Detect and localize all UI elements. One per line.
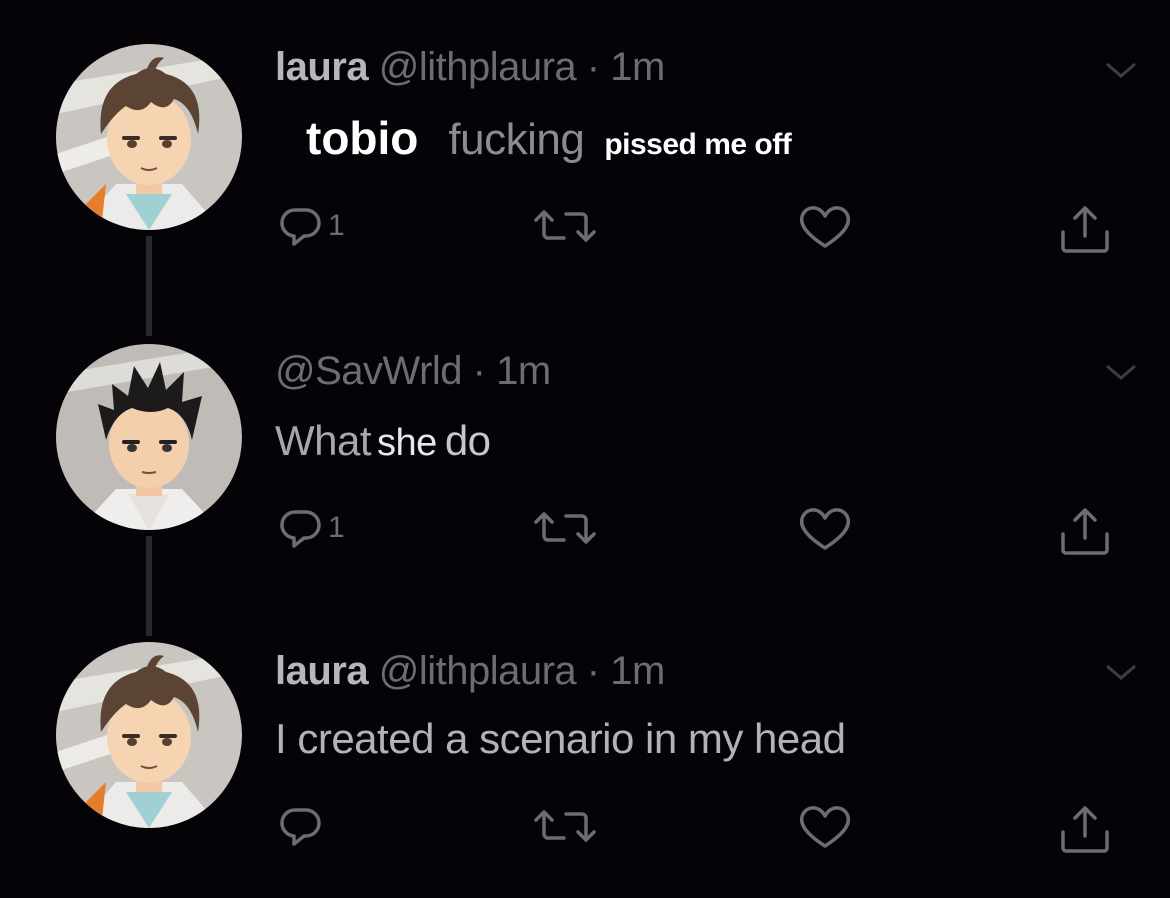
tweet-actions — [0, 804, 1170, 864]
reply-button[interactable]: 1 — [278, 506, 345, 550]
username[interactable]: @lithplaura — [379, 649, 577, 693]
overlay-phrase: pissed me off — [604, 128, 792, 161]
timestamp[interactable]: 1m — [610, 649, 665, 693]
reply-bubble-icon — [280, 208, 321, 246]
timestamp[interactable]: 1m — [496, 349, 551, 393]
tweet-header: laura @lithplaura · 1m — [275, 648, 665, 694]
share-button[interactable] — [1055, 504, 1115, 558]
heart-icon — [799, 206, 851, 248]
heart-icon — [799, 806, 851, 848]
avatar[interactable] — [56, 44, 242, 230]
thread-line — [146, 536, 152, 582]
avatar[interactable] — [56, 642, 242, 828]
separator: · — [472, 349, 486, 393]
like-button[interactable] — [795, 804, 855, 850]
tweet-word: fucking — [448, 115, 585, 164]
retweet-icon — [534, 810, 596, 842]
timestamp[interactable]: 1m — [610, 45, 665, 89]
reply-button[interactable] — [278, 804, 328, 848]
reply-count: 1 — [328, 209, 345, 242]
tweet-header: laura @lithplaura · 1m — [275, 44, 665, 90]
tweet-word: What — [275, 417, 372, 464]
tweet-text: What she do — [275, 416, 491, 468]
reply-bubble-icon — [280, 808, 321, 846]
share-icon — [1061, 508, 1109, 555]
share-button[interactable] — [1055, 202, 1115, 256]
retweet-button[interactable] — [530, 508, 600, 548]
chevron-down-icon[interactable] — [1104, 60, 1138, 80]
display-name[interactable]: laura — [275, 649, 369, 693]
tweet-3[interactable]: laura @lithplaura · 1m I created a scena… — [0, 536, 1170, 898]
heart-icon — [799, 508, 851, 550]
like-button[interactable] — [795, 204, 855, 250]
overlay-word-tobio: tobio — [306, 112, 419, 164]
retweet-icon — [534, 210, 596, 242]
tweet-header: @SavWrld · 1m — [275, 348, 551, 394]
username[interactable]: @lithplaura — [379, 45, 577, 89]
thread-line — [146, 236, 152, 280]
reply-count: 1 — [328, 511, 345, 544]
chevron-down-icon[interactable] — [1104, 362, 1138, 382]
tweet-text: I created a scenario in my head — [275, 715, 846, 762]
avatar[interactable] — [56, 344, 242, 530]
separator: · — [586, 649, 600, 693]
avatar-image — [56, 642, 242, 828]
retweet-button[interactable] — [530, 206, 600, 246]
tweet-word: do — [444, 417, 491, 464]
tweet-2[interactable]: @SavWrld · 1m What she do 1 — [0, 236, 1170, 636]
avatar-image — [56, 44, 242, 230]
display-name[interactable]: laura — [275, 45, 369, 89]
reply-bubble-icon — [280, 510, 321, 548]
chevron-down-icon[interactable] — [1104, 662, 1138, 682]
avatar-image — [56, 344, 242, 530]
share-icon — [1061, 206, 1109, 253]
overlay-word-she: she — [377, 422, 437, 464]
share-icon — [1061, 806, 1109, 853]
tweet-text: tobio fucking pissed me off — [306, 112, 792, 170]
retweet-icon — [534, 512, 596, 544]
separator: · — [586, 45, 600, 89]
tweet-actions: 1 — [0, 204, 1170, 264]
reply-button[interactable]: 1 — [278, 204, 345, 248]
retweet-button[interactable] — [530, 806, 600, 846]
tweet-1[interactable]: laura @lithplaura · 1m tobio fucking pisse… — [0, 0, 1170, 336]
like-button[interactable] — [795, 506, 855, 552]
username[interactable]: @SavWrld — [275, 349, 463, 393]
tweet-actions: 1 — [0, 506, 1170, 566]
share-button[interactable] — [1055, 802, 1115, 856]
